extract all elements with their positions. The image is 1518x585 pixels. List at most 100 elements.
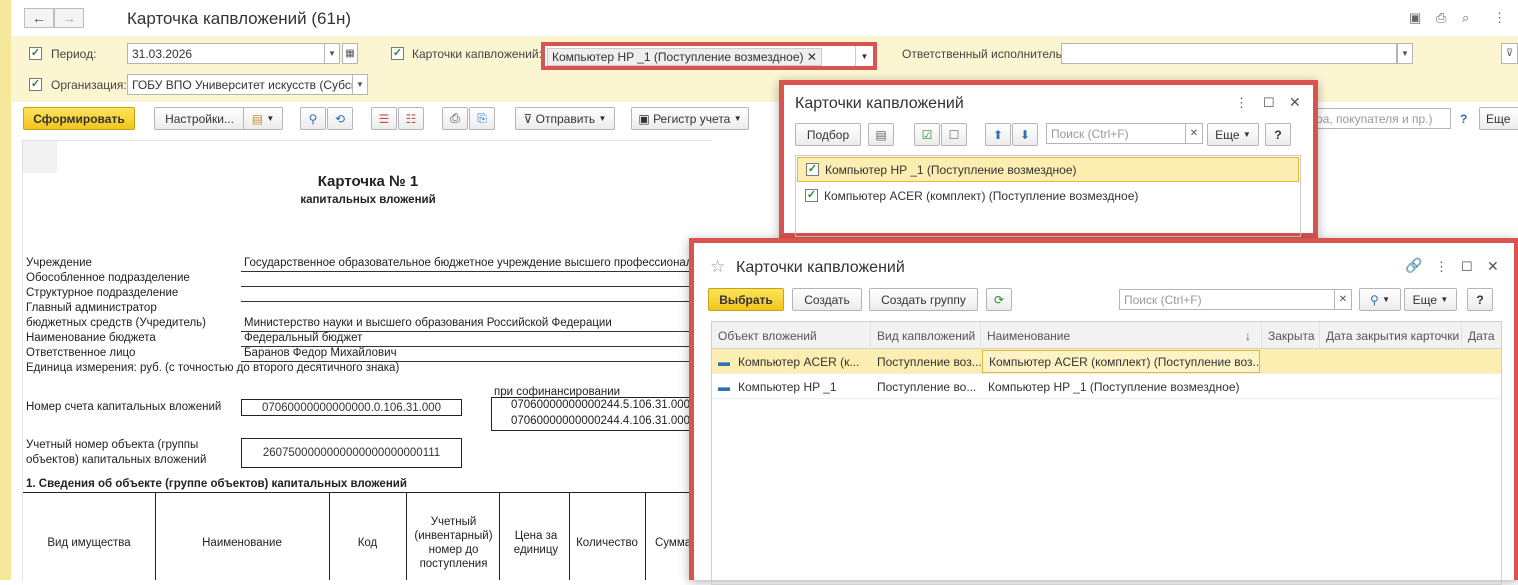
popup1-help-button[interactable]: ? <box>1265 123 1291 146</box>
responsible-input[interactable] <box>1061 43 1397 64</box>
preview-icon[interactable]: ⌕ <box>1462 10 1469 26</box>
toolbar-search-input[interactable]: ра, покупателя и пр.) <box>1311 108 1451 129</box>
close-icon[interactable]: ✕ <box>1487 258 1499 275</box>
filter-icon[interactable]: ⊽ <box>1501 43 1518 64</box>
responsible-dropdown-icon[interactable]: ▼ <box>1397 43 1413 64</box>
create-button[interactable]: Создать <box>792 288 862 311</box>
column-closed[interactable]: Закрыта <box>1262 322 1320 349</box>
clear-search-icon[interactable]: ✕ <box>1185 123 1203 144</box>
more-vertical-icon[interactable]: ⋮ <box>1493 10 1506 26</box>
check-all-button[interactable]: ☑ <box>914 123 940 146</box>
column-kind[interactable]: Вид капвложений <box>871 322 981 349</box>
row-object: ▬ Компьютер ACER (к... <box>712 349 871 374</box>
more-vertical-icon[interactable]: ⋮ <box>1235 95 1248 111</box>
page-title: Карточка капвложений (61н) <box>127 9 351 28</box>
list-item[interactable]: ✓ Компьютер ACER (комплект) (Поступление… <box>797 183 1299 208</box>
cards-catalog-popup: ☆ Карточки капвложений 🔗 ⋮ ☐ ✕ Выбрать С… <box>689 238 1518 585</box>
move-down-button[interactable]: ⬇ <box>1012 123 1038 146</box>
help-button[interactable]: ? <box>1460 112 1467 126</box>
popup2-more-label: Еще <box>1412 292 1438 307</box>
back-arrow-icon[interactable]: ← <box>24 8 54 28</box>
print-icon[interactable]: ⎙ <box>1436 10 1446 26</box>
popup1-select-button[interactable]: Подбор <box>795 123 861 146</box>
popup2-help-button[interactable]: ? <box>1467 288 1493 311</box>
period-checkbox[interactable]: ✓ <box>29 47 42 60</box>
object-label-2: объектов) капитальных вложений <box>26 454 207 466</box>
popup1-search-input[interactable]: Поиск (Ctrl+F) <box>1046 123 1188 144</box>
column-name-label: Наименование <box>987 328 1071 343</box>
refresh-button[interactable]: ⟳ <box>986 288 1012 311</box>
settings-button[interactable]: Настройки... <box>154 107 245 130</box>
popup1-more-button[interactable]: Еще ▼ <box>1207 123 1259 146</box>
item-checkbox[interactable]: ✓ <box>805 189 818 202</box>
move-up-button[interactable]: ⬆ <box>985 123 1011 146</box>
search-options-button[interactable]: ⚲ ▼ <box>1359 288 1401 311</box>
register-button[interactable]: ▣ Регистр учета ▼ <box>631 107 749 130</box>
list-item[interactable]: ✓ Компьютер HP _1 (Поступление возмездно… <box>797 157 1299 182</box>
link-icon[interactable]: 🔗 <box>1405 257 1422 274</box>
popup2-search-input[interactable]: Поиск (Ctrl+F) <box>1119 289 1336 310</box>
period-input[interactable]: 31.03.2026 <box>127 43 327 64</box>
send-button[interactable]: ⊽ Отправить ▼ <box>515 107 615 130</box>
item-label: Компьютер HP _1 (Поступление возмездное) <box>825 162 1077 177</box>
expand-button[interactable]: ☰ <box>371 107 397 130</box>
table-header-qty: Количество <box>576 537 638 549</box>
more-vertical-icon[interactable]: ⋮ <box>1435 259 1448 275</box>
table-divider <box>645 492 646 580</box>
uncheck-all-button[interactable]: ☐ <box>941 123 967 146</box>
maximize-icon[interactable]: ☐ <box>1263 95 1275 111</box>
star-icon[interactable]: ☆ <box>710 257 725 277</box>
founder-value: Министерство науки и высшего образования… <box>244 317 612 329</box>
org-input[interactable]: ГОБУ ВПО Университет искусств (Субси <box>127 74 353 95</box>
column-date[interactable]: Дата <box>1462 322 1501 349</box>
forward-arrow-icon[interactable]: → <box>54 8 84 28</box>
table-header-price: Цена за единицу <box>513 530 559 556</box>
item-label: Компьютер ACER (комплект) (Поступление в… <box>824 188 1139 203</box>
column-close-date[interactable]: Дата закрытия карточки <box>1320 322 1462 349</box>
preview-icon: ⎘ <box>477 111 487 125</box>
choose-button[interactable]: Выбрать <box>708 288 784 311</box>
toolbar-more-button[interactable]: Еще <box>1479 107 1518 130</box>
search-refresh-button[interactable]: ⟲ <box>327 107 353 130</box>
popup2-more-button[interactable]: Еще ▼ <box>1404 288 1457 311</box>
chevron-down-icon: ▼ <box>1440 295 1449 304</box>
cards-dropdown-icon[interactable]: ▼ <box>855 46 873 66</box>
table-row[interactable]: ▬ Компьютер ACER (к... Поступление воз...… <box>712 349 1501 374</box>
table-header: Объект вложений Вид капвложений Наименов… <box>712 322 1501 349</box>
variants-button[interactable]: ▤ ▼ <box>243 107 283 130</box>
search-button[interactable]: ⚲ <box>300 107 326 130</box>
close-icon[interactable]: ✕ <box>1289 94 1301 111</box>
maximize-icon[interactable]: ☐ <box>1461 259 1473 275</box>
paste-button[interactable]: ▤ <box>868 123 894 146</box>
table-header-code: Код <box>357 537 378 549</box>
table-divider <box>329 492 330 580</box>
account-value: 07060000000000000.0.106.31.000 <box>241 399 462 416</box>
clear-search-icon[interactable]: ✕ <box>1334 289 1352 310</box>
org-checkbox[interactable]: ✓ <box>29 78 42 91</box>
row-object-label: Компьютер HP _1 <box>738 379 837 394</box>
column-object[interactable]: Объект вложений <box>712 322 871 349</box>
print-button[interactable]: ⎙ <box>442 107 468 130</box>
create-group-button[interactable]: Создать группу <box>869 288 978 311</box>
column-name[interactable]: Наименование ↓ <box>981 322 1262 349</box>
org-dropdown-icon[interactable]: ▼ <box>352 74 368 95</box>
collapse-button[interactable]: ☷ <box>398 107 424 130</box>
register-label: Регистр учета <box>653 111 731 126</box>
arrow-down-icon: ⬇ <box>1019 127 1031 142</box>
period-dropdown-icon[interactable]: ▼ <box>324 43 340 64</box>
period-label: Период: <box>51 47 97 61</box>
save-icon[interactable]: ▣ <box>1409 10 1421 26</box>
cards-tag[interactable]: Компьютер HP _1 (Поступление возмездное)… <box>547 48 822 66</box>
cards-checkbox[interactable]: ✓ <box>391 47 404 60</box>
label-founder: бюджетных средств (Учредитель) <box>26 317 207 329</box>
calendar-icon[interactable]: ▦ <box>342 43 358 64</box>
remove-tag-icon[interactable]: ✕ <box>807 50 817 64</box>
window-header: ← → Карточка капвложений (61н) ▣ ⎙ ⌕ ⋮ <box>11 0 1518 36</box>
preview-button[interactable]: ⎘ <box>469 107 495 130</box>
popup1-list: ✓ Компьютер HP _1 (Поступление возмездно… <box>795 155 1301 237</box>
table-row[interactable]: ▬ Компьютер HP _1 Поступление во... Компь… <box>712 374 1501 399</box>
chevron-down-icon: ▼ <box>598 114 607 123</box>
generate-button[interactable]: Сформировать <box>23 107 135 130</box>
item-checkbox[interactable]: ✓ <box>806 163 819 176</box>
cards-select[interactable]: Компьютер HP _1 (Поступление возмездное)… <box>541 42 877 70</box>
